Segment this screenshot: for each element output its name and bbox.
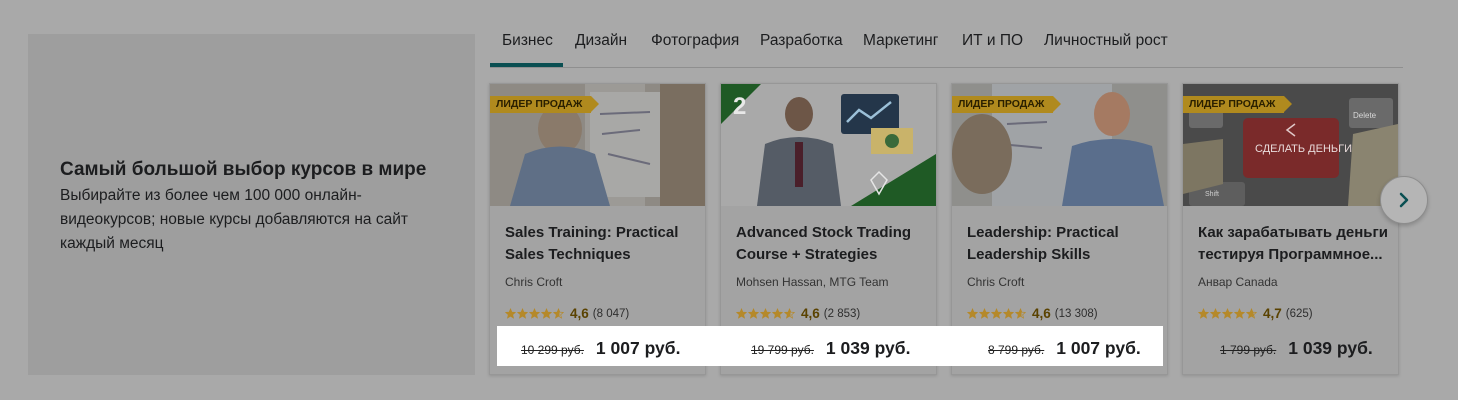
rating-count: (8 047) <box>592 307 630 320</box>
course-thumbnail: 2 <box>721 84 936 206</box>
rating-stars <box>505 308 564 319</box>
course-title[interactable]: Advanced Stock Trading Course + Strategi… <box>736 222 926 266</box>
sale-price: 1 039 руб. <box>825 338 911 358</box>
star-icon <box>1210 308 1221 319</box>
star-icon <box>967 308 978 319</box>
course-rating: 4,6 (2 853) <box>736 306 860 321</box>
star-icon <box>529 308 540 319</box>
course-thumbnail: ЛИДЕР ПРОДАЖ <box>490 84 705 206</box>
star-icon <box>1222 308 1233 319</box>
star-icon <box>748 308 759 319</box>
carousel-next-button[interactable] <box>1380 176 1428 224</box>
star-icon <box>1234 308 1245 319</box>
rating-stars <box>967 308 1026 319</box>
tab-design[interactable]: Дизайн <box>575 32 627 50</box>
rating-value: 4,6 <box>801 306 820 321</box>
sale-price: 1 007 руб. <box>1056 338 1141 358</box>
tab-marketing[interactable]: Маркетинг <box>863 32 938 50</box>
course-author: Chris Croft <box>505 275 563 289</box>
tab-photography[interactable]: Фотография <box>651 32 739 50</box>
course-author: Анвар Canada <box>1198 275 1278 289</box>
star-icon <box>760 308 771 319</box>
star-icon <box>784 308 795 319</box>
course-author: Mohsen Hassan, MTG Team <box>736 275 889 289</box>
star-icon <box>553 308 564 319</box>
original-price: 10 299 руб. <box>521 343 584 357</box>
course-card[interactable]: Delete СДЕЛАТЬ ДЕНЬГИ Shift ЛИДЕР ПРОДАЖ… <box>1182 83 1399 375</box>
chevron-right-icon <box>1399 192 1409 208</box>
original-price: 19 799 руб. <box>751 343 814 357</box>
rating-value: 4,6 <box>570 306 589 321</box>
sale-price: 1 007 руб. <box>595 338 681 358</box>
star-icon <box>772 308 783 319</box>
original-price: 1 799 руб. <box>1220 343 1277 357</box>
bestseller-badge: ЛИДЕР ПРОДАЖ <box>952 96 1062 113</box>
course-prices: 1 799 руб. 1 039 руб. <box>1220 338 1373 359</box>
thumb-key-money: СДЕЛАТЬ ДЕНЬГИ <box>1255 143 1352 155</box>
star-icon <box>505 308 516 319</box>
star-icon <box>1003 308 1014 319</box>
course-prices: 10 299 руб. 1 007 руб. <box>521 338 680 359</box>
star-icon <box>1246 308 1257 319</box>
star-icon <box>541 308 552 319</box>
rating-value: 4,6 <box>1032 306 1051 321</box>
tab-development[interactable]: Разработка <box>760 32 843 50</box>
promo-text: Выбирайте из более чем 100 000 онлайн-ви… <box>60 187 408 252</box>
thumb-key-shift: Shift <box>1205 191 1219 198</box>
rating-stars <box>736 308 795 319</box>
tab-business[interactable]: Бизнес <box>502 32 553 50</box>
rating-value: 4,7 <box>1263 306 1282 321</box>
course-author: Chris Croft <box>967 275 1025 289</box>
rating-stars <box>1198 308 1257 319</box>
bestseller-badge: ЛИДЕР ПРОДАЖ <box>1183 96 1293 113</box>
bestseller-badge: ЛИДЕР ПРОДАЖ <box>490 96 600 113</box>
promo-title: Самый большой выбор курсов в мире <box>60 159 427 180</box>
star-icon <box>979 308 990 319</box>
thumb-key-delete: Delete <box>1353 111 1377 120</box>
tab-it-software[interactable]: ИТ и ПО <box>962 32 1023 50</box>
rating-count: (625) <box>1285 307 1313 320</box>
thumb-number: 2 <box>733 93 746 120</box>
course-thumbnail: Delete СДЕЛАТЬ ДЕНЬГИ Shift ЛИДЕР ПРОДАЖ <box>1183 84 1398 206</box>
promo-panel: Самый большой выбор курсов в мире Выбира… <box>28 34 475 375</box>
course-prices: 19 799 руб. 1 039 руб. <box>751 338 910 359</box>
course-prices: 8 799 руб. 1 007 руб. <box>988 338 1141 359</box>
star-icon <box>736 308 747 319</box>
course-title[interactable]: Leadership: Practical Leadership Skills <box>967 222 1157 266</box>
course-title[interactable]: Как зарабатывать деньги тестируя Програм… <box>1198 222 1388 266</box>
course-rating: 4,6 (8 047) <box>505 306 629 321</box>
star-icon <box>1198 308 1209 319</box>
star-icon <box>991 308 1002 319</box>
rating-count: (13 308) <box>1054 307 1098 320</box>
course-rating: 4,7 (625) <box>1198 306 1313 321</box>
rating-count: (2 853) <box>823 307 861 320</box>
course-title[interactable]: Sales Training: Practical Sales Techniqu… <box>505 222 695 266</box>
course-thumbnail: ЛИДЕР ПРОДАЖ <box>952 84 1167 206</box>
active-tab-indicator <box>490 63 563 67</box>
category-tabs: Бизнес Дизайн Фотография Разработка Марк… <box>490 28 1403 68</box>
star-icon <box>1015 308 1026 319</box>
sale-price: 1 039 руб. <box>1288 338 1373 358</box>
course-rating: 4,6 (13 308) <box>967 306 1098 321</box>
original-price: 8 799 руб. <box>988 343 1045 357</box>
tab-personal-growth[interactable]: Личностный рост <box>1044 32 1168 50</box>
star-icon <box>517 308 528 319</box>
